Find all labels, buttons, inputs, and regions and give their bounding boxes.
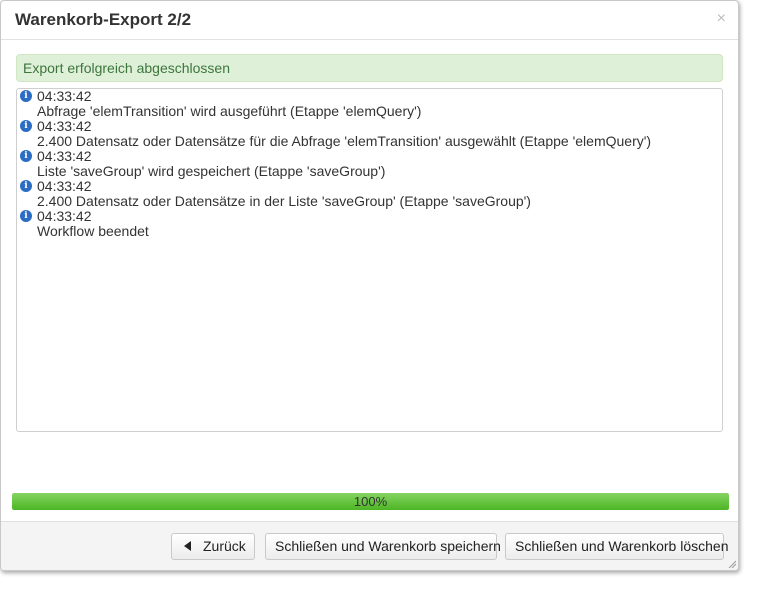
arrow-left-icon (184, 541, 191, 552)
info-icon: i (20, 180, 32, 192)
close-save-button[interactable]: Schließen und Warenkorb speichern (265, 533, 501, 560)
dialog-title: Warenkorb-Export 2/2 (15, 10, 192, 29)
info-icon: i (20, 210, 32, 222)
resize-handle-icon[interactable] (728, 560, 736, 568)
info-icon: i (20, 90, 32, 102)
log-time: 04:33:42 (37, 208, 92, 224)
dialog-footer: Zurück Schließen und Warenkorb speichern… (1, 521, 738, 570)
progress-bar: 100% (12, 493, 729, 510)
close-icon[interactable]: × (717, 10, 726, 28)
info-icon: i (20, 120, 32, 132)
close-delete-button[interactable]: Schließen und Warenkorb löschen (505, 533, 729, 560)
log-message: Liste 'saveGroup' wird gespeichert (Etap… (37, 163, 386, 179)
log-entry: i 04:33:42 Abfrage 'elemTransition' wird a… (17, 89, 722, 119)
log-entry: i 04:33:42 2.400 Datensatz oder Datensätze… (17, 119, 722, 149)
log-message: Abfrage 'elemTransition' wird ausgeführt… (37, 103, 422, 119)
log-panel[interactable]: i 04:33:42 Abfrage 'elemTransition' wird a… (16, 88, 723, 432)
export-dialog: Warenkorb-Export 2/2 × Export erfolgreic… (0, 0, 739, 571)
back-button-label: Zurück (203, 538, 246, 554)
log-entry: i 04:33:42 Liste 'saveGroup' wird gespeich… (17, 149, 722, 179)
log-message: Workflow beendet (37, 223, 149, 239)
log-time: 04:33:42 (37, 148, 92, 164)
log-time: 04:33:42 (37, 178, 92, 194)
back-button[interactable]: Zurück (171, 533, 255, 560)
log-message: 2.400 Datensatz oder Datensätze in der L… (37, 193, 531, 209)
log-time: 04:33:42 (37, 118, 92, 134)
log-message: 2.400 Datensatz oder Datensätze für die … (37, 133, 652, 149)
log-time: 04:33:42 (37, 88, 92, 104)
log-entry: i 04:33:42 Workflow beendet (17, 209, 722, 239)
info-icon: i (20, 150, 32, 162)
success-alert: Export erfolgreich abgeschlossen (16, 54, 723, 82)
progress-label: 100% (353, 494, 388, 509)
log-entry: i 04:33:42 2.400 Datensatz oder Datensätze… (17, 179, 722, 209)
dialog-header: Warenkorb-Export 2/2 × (1, 1, 738, 40)
